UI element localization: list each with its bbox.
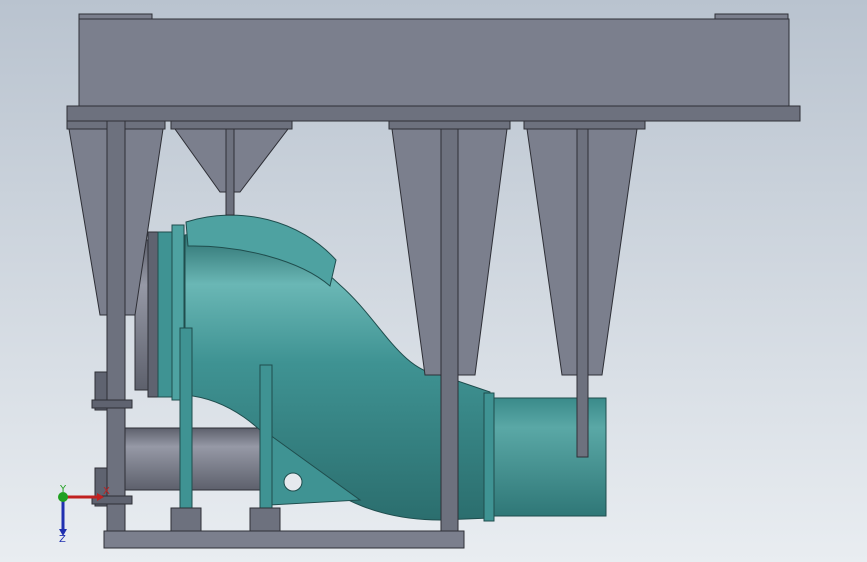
x-axis-label: X [103, 486, 110, 497]
lower-inlet-pipe[interactable] [119, 427, 281, 491]
right-hanger-rod[interactable] [576, 128, 589, 458]
z-axis-label: Z [59, 534, 66, 545]
top-support-frame[interactable] [66, 13, 801, 122]
y-axis-label: Y [59, 484, 67, 495]
center-column[interactable] [440, 128, 459, 542]
cad-graphics-viewport[interactable]: X Y Z [0, 0, 867, 562]
model-scene[interactable]: X Y Z [0, 0, 867, 562]
